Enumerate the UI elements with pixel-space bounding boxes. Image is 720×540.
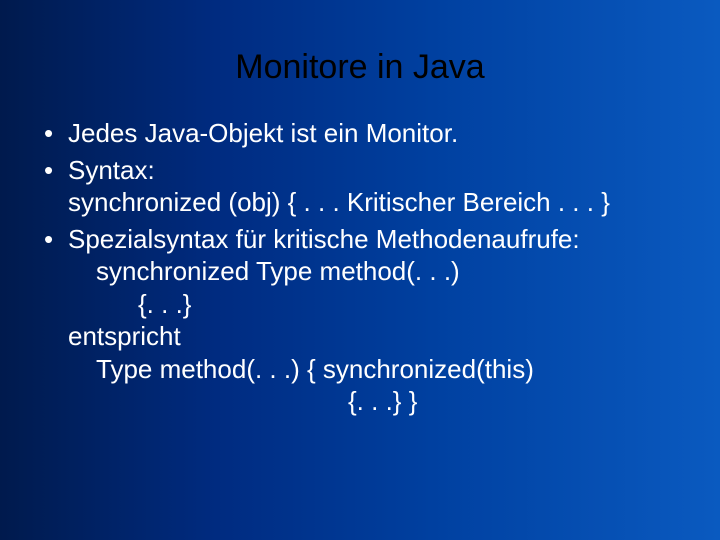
bullet-line: Syntax: [68, 154, 690, 187]
slide-content: Jedes Java-Objekt ist ein Monitor. Synta… [0, 117, 720, 418]
bullet-line: Type method(. . .) { synchronized(this) [68, 353, 690, 386]
slide-title: Monitore in Java [0, 0, 720, 117]
bullet-text: Jedes Java-Objekt ist ein Monitor. [68, 118, 458, 148]
bullet-line: synchronized (obj) { . . . Kritischer Be… [68, 186, 690, 219]
bullet-list: Jedes Java-Objekt ist ein Monitor. Synta… [40, 117, 690, 418]
bullet-line: entspricht [68, 320, 690, 353]
bullet-line: synchronized Type method(. . .) [68, 255, 690, 288]
bullet-item-3: Spezialsyntax für kritische Methodenaufr… [40, 223, 690, 418]
bullet-line: Spezialsyntax für kritische Methodenaufr… [68, 223, 690, 256]
bullet-line: {. . .} } [68, 385, 690, 418]
bullet-item-1: Jedes Java-Objekt ist ein Monitor. [40, 117, 690, 150]
bullet-line: {. . .} [68, 288, 690, 321]
bullet-item-2: Syntax: synchronized (obj) { . . . Kriti… [40, 154, 690, 219]
slide: Monitore in Java Jedes Java-Objekt ist e… [0, 0, 720, 540]
